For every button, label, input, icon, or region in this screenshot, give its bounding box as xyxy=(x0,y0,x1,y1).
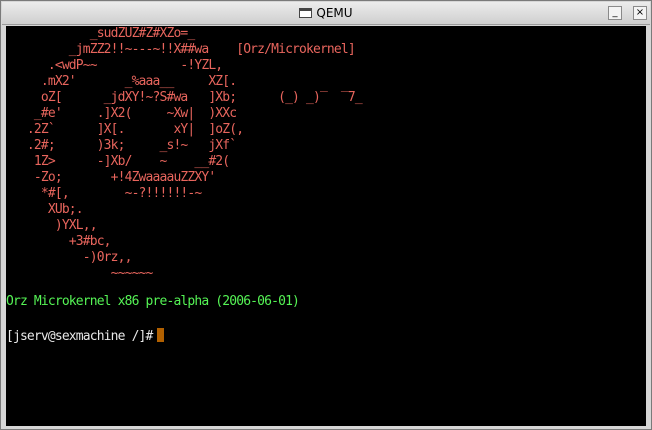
window-title-text: QEMU xyxy=(316,6,353,20)
logo-line: 1Z> -]Xb/ ~ __#2( xyxy=(6,154,230,169)
logo-line: oZ[ _jdXY!~?S#wa ]Xb; (_) _)‾ ‾7_ xyxy=(6,90,363,105)
logo-line: _sudZUZ#Z#XZo=_ xyxy=(6,26,196,41)
logo-line: -)0rz,, xyxy=(6,250,133,265)
shell-prompt-line[interactable]: [jserv@sexmachine /]# xyxy=(6,328,164,345)
text-cursor xyxy=(156,328,164,342)
logo-line: .2Z` ]X[. xY| ]oZ(, xyxy=(6,122,244,137)
logo-line: _jmZZ2!!~---~!!X##wa [Orz/Microkernel] xyxy=(6,42,356,57)
title-bar[interactable]: QEMU _ × xyxy=(2,2,650,25)
window-icon xyxy=(299,8,313,18)
logo-line: -Zo; +!4ZwaaaauZZXY' xyxy=(6,170,216,185)
ascii-logo: _sudZUZ#Z#XZo=_ _jmZZ2!!~---~!!X##wa [Or… xyxy=(6,26,363,282)
qemu-window: QEMU _ × _sudZUZ#Z#XZo=_ _jmZZ2!!~---~!!… xyxy=(0,0,652,430)
logo-line: *#[, ~-?!!!!!!-~ xyxy=(6,186,202,201)
minimize-button[interactable]: _ xyxy=(608,6,622,20)
close-button[interactable]: × xyxy=(633,6,647,20)
window-title: QEMU xyxy=(2,6,650,20)
logo-line: XUb;. xyxy=(6,202,84,217)
logo-line: .2#; )3k; _s!~ jXf` xyxy=(6,138,237,153)
shell-prompt: [jserv@sexmachine /]# xyxy=(6,329,153,344)
logo-line: ~~~~~~ xyxy=(6,266,154,281)
console-screen[interactable]: _sudZUZ#Z#XZo=_ _jmZZ2!!~---~!!X##wa [Or… xyxy=(6,26,646,426)
kernel-banner: Orz Microkernel x86 pre-alpha (2006-06-0… xyxy=(6,294,300,309)
logo-line: .mX2' _%aaa__ XZ[. xyxy=(6,74,237,89)
logo-line: +3#bc, xyxy=(6,234,112,249)
logo-line: )YXL,, xyxy=(6,218,98,233)
logo-line: .<wdP~~ -!YZL, xyxy=(6,58,223,73)
logo-line: _#e' .]X2( ~Xw| )XXc xyxy=(6,106,237,121)
